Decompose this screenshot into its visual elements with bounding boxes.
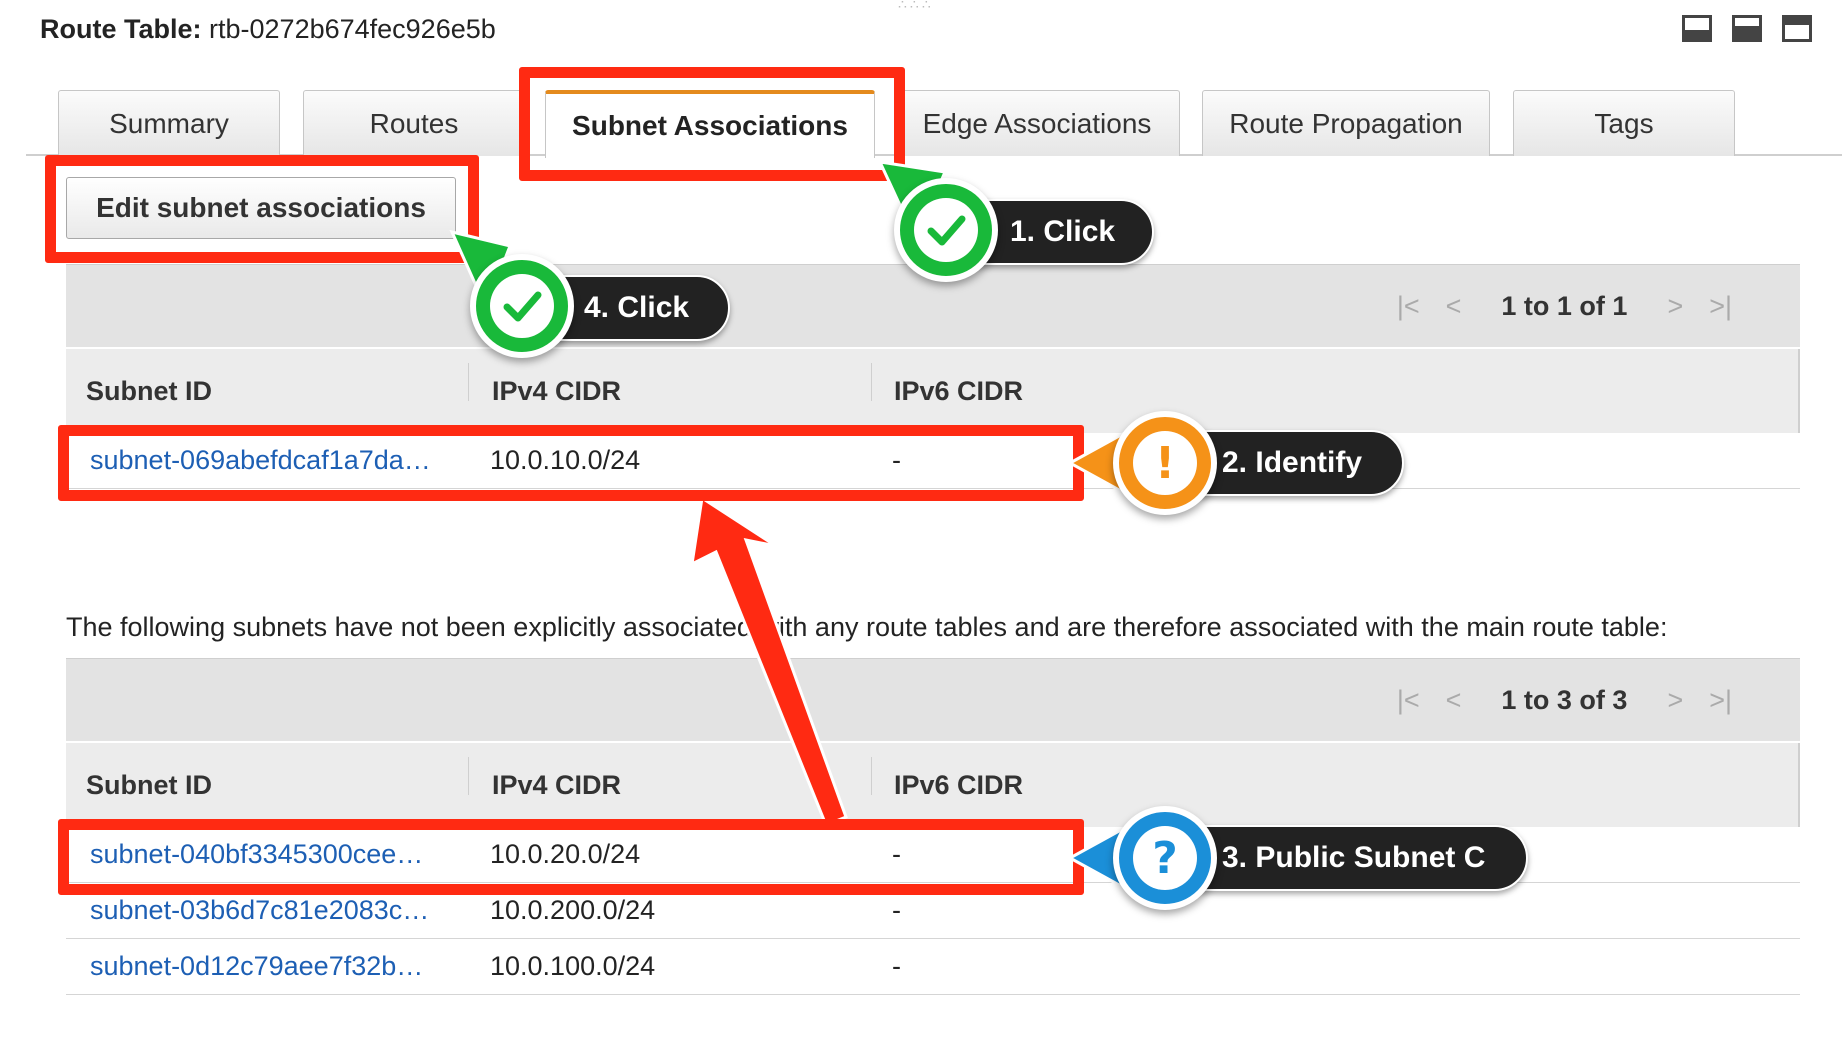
callout-pointers <box>449 160 1132 894</box>
question-icon: ? <box>1133 826 1197 890</box>
step-1-badge <box>894 178 998 282</box>
step-4-badge <box>470 254 574 358</box>
checkmark-icon <box>490 274 554 338</box>
step-2-badge: ! <box>1113 411 1217 515</box>
step-3-callout: 3. Public Subnet C <box>1176 825 1528 891</box>
exclamation-icon: ! <box>1133 431 1197 495</box>
step-3-badge: ? <box>1113 806 1217 910</box>
checkmark-icon <box>914 198 978 262</box>
